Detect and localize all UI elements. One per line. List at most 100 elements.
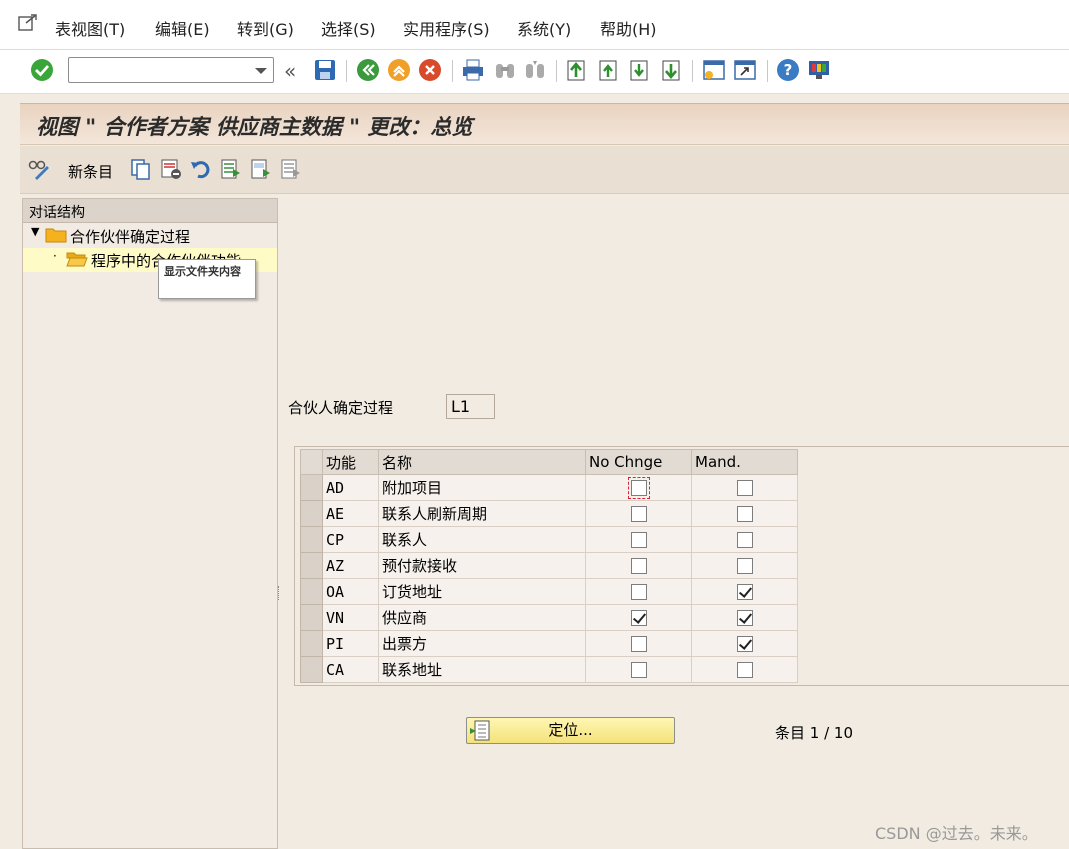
column-header-mand[interactable]: Mand.: [691, 449, 798, 475]
table-row: PI 出票方: [300, 630, 798, 657]
svg-text:?: ?: [784, 61, 793, 79]
shortcut-icon[interactable]: [733, 58, 757, 82]
function-code: AD: [322, 474, 379, 501]
select-block-icon[interactable]: [250, 158, 272, 180]
menu-edit[interactable]: 编辑(E): [155, 16, 210, 40]
no-change-checkbox[interactable]: [630, 506, 647, 522]
copy-as-icon[interactable]: [130, 158, 152, 180]
mand-checkbox[interactable]: [736, 532, 753, 548]
mand-checkbox[interactable]: [736, 480, 753, 496]
mand-checkbox[interactable]: [736, 558, 753, 574]
row-selector[interactable]: [300, 630, 323, 657]
folder-icon: [45, 228, 67, 243]
function-name: 联系地址: [378, 656, 586, 683]
no-change-checkbox[interactable]: [627, 477, 650, 499]
no-change-checkbox[interactable]: [630, 584, 647, 600]
function-code: AE: [322, 500, 379, 527]
undo-icon[interactable]: [190, 158, 212, 180]
row-selector[interactable]: [300, 578, 323, 605]
mand-checkbox[interactable]: [736, 610, 753, 626]
mand-checkbox[interactable]: [736, 636, 753, 652]
partner-procedure-label: 合伙人确定过程: [288, 399, 394, 417]
find-next-icon[interactable]: [523, 58, 547, 82]
select-all-icon[interactable]: [220, 158, 242, 180]
row-selector[interactable]: [300, 656, 323, 683]
panel-splitter[interactable]: [278, 586, 281, 600]
last-page-icon[interactable]: [660, 58, 684, 82]
find-icon[interactable]: [493, 58, 517, 82]
no-change-checkbox[interactable]: [630, 636, 647, 652]
watermark: CSDN @过去。未来。: [875, 824, 1038, 843]
command-field[interactable]: [68, 57, 274, 83]
table-row: OA 订货地址: [300, 578, 798, 605]
column-header-function[interactable]: 功能: [322, 449, 379, 475]
help-icon[interactable]: ?: [776, 58, 800, 82]
prev-page-icon[interactable]: [597, 58, 621, 82]
tooltip: 显示文件夹内容: [158, 259, 256, 299]
open-folder-icon: [66, 252, 88, 267]
deselect-all-icon[interactable]: [280, 158, 302, 180]
menu-select[interactable]: 选择(S): [321, 16, 376, 40]
function-name: 附加项目: [378, 474, 586, 501]
function-code: CP: [322, 526, 379, 553]
expand-triangle-icon[interactable]: ▼: [31, 225, 39, 238]
delete-row-icon[interactable]: [160, 158, 182, 180]
function-code: OA: [322, 578, 379, 605]
next-page-icon[interactable]: [628, 58, 652, 82]
no-change-checkbox[interactable]: [630, 532, 647, 548]
first-page-icon[interactable]: [565, 58, 589, 82]
standard-toolbar: « ?: [0, 50, 1069, 94]
function-name: 订货地址: [378, 578, 586, 605]
no-change-checkbox[interactable]: [630, 558, 647, 574]
table-row: AZ 预付款接收: [300, 552, 798, 579]
row-selector[interactable]: [300, 604, 323, 631]
page-title: 视图 " 合作者方案 供应商主数据 " 更改：总览: [36, 114, 473, 139]
table-row: AD 附加项目: [300, 474, 798, 501]
print-icon[interactable]: [461, 58, 485, 82]
application-toolbar: 新条目: [20, 146, 1069, 194]
back-nav-icon[interactable]: [356, 58, 380, 82]
tree-item-label: 合作伙伴确定过程: [70, 228, 191, 246]
tree-item-partner-procedure[interactable]: ▼ 合作伙伴确定过程: [23, 224, 277, 248]
function-code: CA: [322, 656, 379, 683]
row-selector[interactable]: [300, 526, 323, 553]
chevron-down-icon[interactable]: [255, 68, 267, 74]
menu-goto[interactable]: 转到(G): [237, 16, 294, 40]
function-code: AZ: [322, 552, 379, 579]
layout-icon[interactable]: [807, 58, 831, 82]
column-header-name[interactable]: 名称: [378, 449, 586, 475]
menu-utilities[interactable]: 实用程序(S): [403, 16, 490, 40]
row-selector[interactable]: [300, 552, 323, 579]
no-change-checkbox[interactable]: [630, 662, 647, 678]
column-header-no-change[interactable]: No Chnge: [585, 449, 692, 475]
enter-icon[interactable]: [30, 58, 54, 82]
row-selector[interactable]: [300, 500, 323, 527]
position-button[interactable]: 定位...: [466, 717, 675, 744]
save-icon[interactable]: [313, 58, 337, 82]
new-session-icon[interactable]: [702, 58, 726, 82]
table-row: AE 联系人刷新周期: [300, 500, 798, 527]
glasses-pencil-icon[interactable]: [28, 158, 50, 180]
cancel-icon[interactable]: [418, 58, 442, 82]
menu-system[interactable]: 系统(Y): [517, 16, 571, 40]
double-chevron-left-icon[interactable]: «: [284, 59, 296, 83]
row-selector[interactable]: [300, 474, 323, 501]
mand-checkbox[interactable]: [736, 662, 753, 678]
mand-checkbox[interactable]: [736, 584, 753, 600]
function-name: 预付款接收: [378, 552, 586, 579]
function-code: PI: [322, 630, 379, 657]
table-row: CP 联系人: [300, 526, 798, 553]
table-row: CA 联系地址: [300, 656, 798, 683]
mand-checkbox[interactable]: [736, 506, 753, 522]
select-all-column-header[interactable]: [300, 449, 323, 475]
menu-help[interactable]: 帮助(H): [600, 16, 657, 40]
command-input[interactable]: [73, 59, 253, 81]
no-change-checkbox[interactable]: [630, 610, 647, 626]
menu-table-view[interactable]: 表视图(T): [55, 16, 125, 40]
tree-header: 对话结构: [23, 199, 277, 223]
partner-procedure-value: L1: [446, 394, 495, 419]
tree-dot: ·: [53, 249, 57, 263]
new-entries-button[interactable]: 新条目: [68, 161, 113, 182]
menu-icon[interactable]: [18, 14, 38, 32]
exit-icon[interactable]: [387, 58, 411, 82]
